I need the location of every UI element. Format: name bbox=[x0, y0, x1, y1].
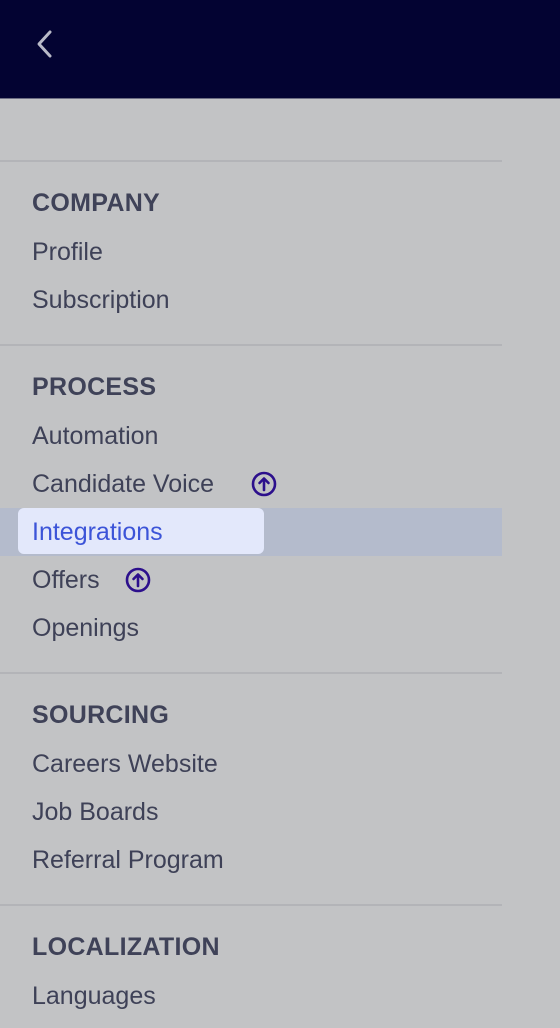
sidebar-item-label: Referral Program bbox=[32, 846, 224, 874]
sidebar-item-careers-website[interactable]: Careers Website bbox=[0, 740, 502, 788]
top-bar bbox=[0, 0, 560, 99]
sidebar-item-referral-program[interactable]: Referral Program bbox=[0, 836, 502, 884]
section-divider bbox=[0, 904, 502, 906]
sidebar-item-label: Profile bbox=[32, 238, 103, 266]
sidebar-item-label: Subscription bbox=[32, 286, 170, 314]
sidebar-item-candidate-voice[interactable]: Candidate Voice bbox=[0, 460, 502, 508]
sidebar-item-label: Openings bbox=[32, 614, 140, 642]
sidebar-item-offers[interactable]: Offers bbox=[0, 556, 502, 604]
sidebar-item-label: Offers bbox=[32, 566, 100, 594]
sidebar-item-label: Languages bbox=[32, 982, 156, 1010]
section-title-sourcing: SOURCING bbox=[32, 701, 170, 729]
back-button[interactable] bbox=[24, 22, 64, 66]
section-divider bbox=[0, 672, 502, 674]
sidebar-item-automation[interactable]: Automation bbox=[0, 412, 502, 460]
sidebar-item-job-boards[interactable]: Job Boards bbox=[0, 788, 502, 836]
sidebar-item-languages[interactable]: Languages bbox=[0, 972, 502, 1020]
sidebar-item-label: Automation bbox=[32, 422, 159, 450]
section-title-process: PROCESS bbox=[32, 373, 157, 401]
sidebar-item-profile[interactable]: Profile bbox=[0, 228, 502, 276]
sidebar-item-integrations[interactable]: Integrations bbox=[0, 508, 502, 556]
upgrade-arrow-icon bbox=[251, 471, 277, 497]
sidebar-item-label: Integrations bbox=[32, 518, 163, 546]
sidebar-item-label: Job Boards bbox=[32, 798, 159, 826]
section-title-localization: LOCALIZATION bbox=[32, 933, 220, 961]
section-divider bbox=[0, 160, 502, 162]
sidebar-item-label: Candidate Voice bbox=[32, 470, 215, 498]
chevron-left-icon bbox=[37, 30, 52, 58]
section-divider bbox=[0, 344, 502, 346]
sidebar-item-subscription[interactable]: Subscription bbox=[0, 276, 502, 324]
sidebar-item-label: Careers Website bbox=[32, 750, 218, 778]
section-title-company: COMPANY bbox=[32, 189, 161, 217]
sidebar-item-openings[interactable]: Openings bbox=[0, 604, 502, 652]
upgrade-arrow-icon bbox=[125, 567, 151, 593]
